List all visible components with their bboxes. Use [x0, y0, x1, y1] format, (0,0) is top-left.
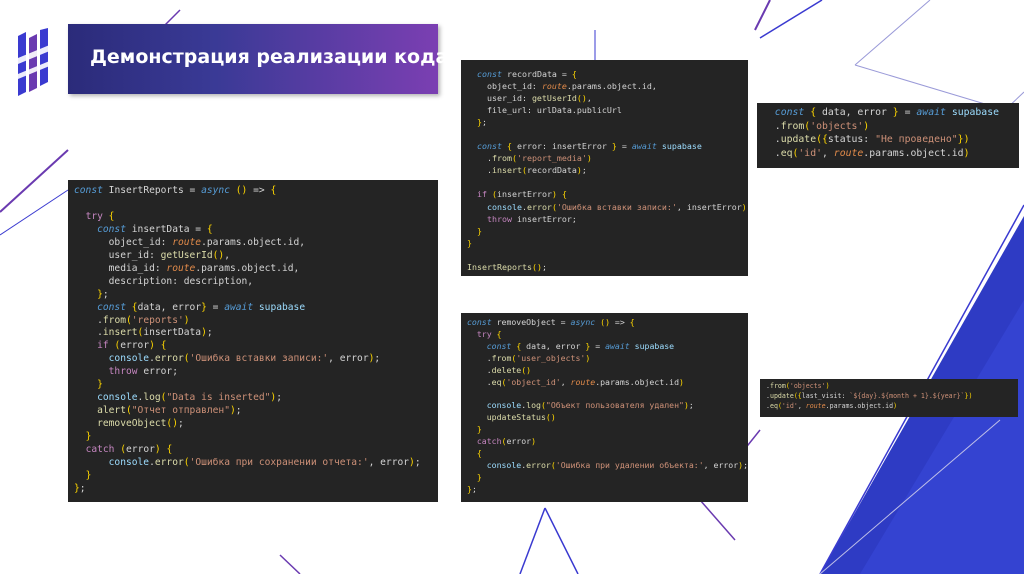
code-line: .insert(insertData); [74, 327, 213, 339]
code-line: user_id: getUserId(), [74, 249, 230, 261]
code-line: }; [467, 483, 477, 494]
code-line: updateStatus() [486, 412, 556, 423]
code-line: .eq('object_id', route.params.object.id) [467, 376, 684, 387]
code-line: user_id: getUserId(), [467, 93, 592, 104]
code-line: .delete() [467, 364, 532, 375]
code-line: console.log("Объект пользователя удален"… [486, 400, 694, 411]
code-line: const { error: insertError } = await sup… [477, 141, 702, 152]
code-line: const {data, error} = await supabase [97, 301, 306, 313]
code-block-update-last-visit: .from('objects') .update({last_visit: `$… [760, 379, 1018, 417]
deco-line [519, 507, 546, 574]
code-line: } [476, 471, 482, 482]
code-line: catch(error) [476, 436, 537, 447]
code-line: } [476, 424, 482, 435]
code-line: try { [476, 328, 502, 339]
deco-line [279, 554, 301, 574]
code-line: .from('reports') [74, 314, 190, 326]
code-block-insert-reports: const InsertReports = async () => { try … [68, 180, 438, 502]
code-line: throw error; [108, 366, 178, 378]
deco-line [0, 149, 69, 213]
code-line: InsertReports(); [467, 261, 547, 272]
code-line: catch (error) { [85, 444, 173, 456]
code-line: } [85, 469, 92, 481]
code-line: } [467, 237, 472, 248]
code-line: throw insertError; [486, 213, 577, 224]
code-line: }; [74, 482, 86, 494]
logo-icon [18, 28, 52, 96]
code-line: description: description, [74, 275, 254, 287]
code-line: }; [97, 288, 109, 300]
code-line: .from('objects') [766, 382, 830, 390]
slide-title: Демонстрация реализации кода [90, 46, 449, 68]
deco-line [699, 499, 736, 541]
deco-line [759, 0, 823, 39]
code-line: object_id: route.params.object.id, [74, 236, 306, 248]
deco-line [0, 189, 69, 236]
deco-line [754, 0, 771, 31]
code-line: media_id: route.params.object.id, [74, 262, 300, 274]
code-line: const removeObject = async () => { [467, 317, 635, 327]
code-line: .insert(recordData); [467, 165, 587, 176]
code-line: try { [85, 210, 115, 222]
code-line: if (insertError) { [477, 189, 567, 200]
code-line: file_url: urlData.publicUrl [467, 105, 622, 116]
code-line: .update({status: "Не проведено"}) [763, 134, 970, 145]
code-line: console.log("Data is inserted"); [97, 392, 282, 404]
code-line: const { data, error } = await supabase [774, 107, 999, 118]
code-line: } [477, 225, 482, 236]
code-line: const InsertReports = async () => { [74, 185, 277, 196]
deco-line [854, 0, 931, 66]
code-line: console.error('Ошибка при удалении объек… [486, 459, 748, 470]
code-line: if (error) { [97, 340, 167, 352]
deco-line [544, 507, 579, 574]
code-line: console.error('Ошибка вставки записи:', … [486, 201, 748, 212]
code-block-record-data: const recordData = { object_id: route.pa… [461, 60, 748, 276]
code-line: { [476, 447, 482, 458]
code-line: } [85, 431, 92, 443]
code-line: .from('report_media') [467, 153, 592, 164]
code-line: const { data, error } = await supabase [486, 340, 675, 351]
code-line: console.error('Ошибка вставки записи:', … [108, 353, 381, 365]
code-block-remove-object: const removeObject = async () => { try {… [461, 313, 748, 502]
code-line: .from('objects') [763, 120, 870, 132]
code-line: alert("Отчет отправлен"); [97, 405, 242, 417]
code-line: .eq('id', route.params.object.id) [766, 402, 898, 411]
code-line: object_id: route.params.object.id, [467, 81, 657, 92]
code-line: .eq('id', route.params.object.id) [763, 147, 970, 159]
code-line: }; [477, 117, 487, 128]
title-banner: Демонстрация реализации кода [68, 24, 448, 94]
code-line: removeObject(); [97, 418, 184, 430]
code-line: .from('user_objects') [467, 352, 591, 363]
code-line: const insertData = { [97, 223, 213, 235]
code-line: } [97, 379, 103, 391]
code-line: const recordData = { [477, 69, 577, 79]
code-line: console.error('Ошибка при сохранении отч… [108, 457, 421, 469]
code-line: .update({last_visit: `${day}.${month + 1… [766, 392, 973, 401]
code-block-update-status: const { data, error } = await supabase .… [757, 103, 1019, 168]
